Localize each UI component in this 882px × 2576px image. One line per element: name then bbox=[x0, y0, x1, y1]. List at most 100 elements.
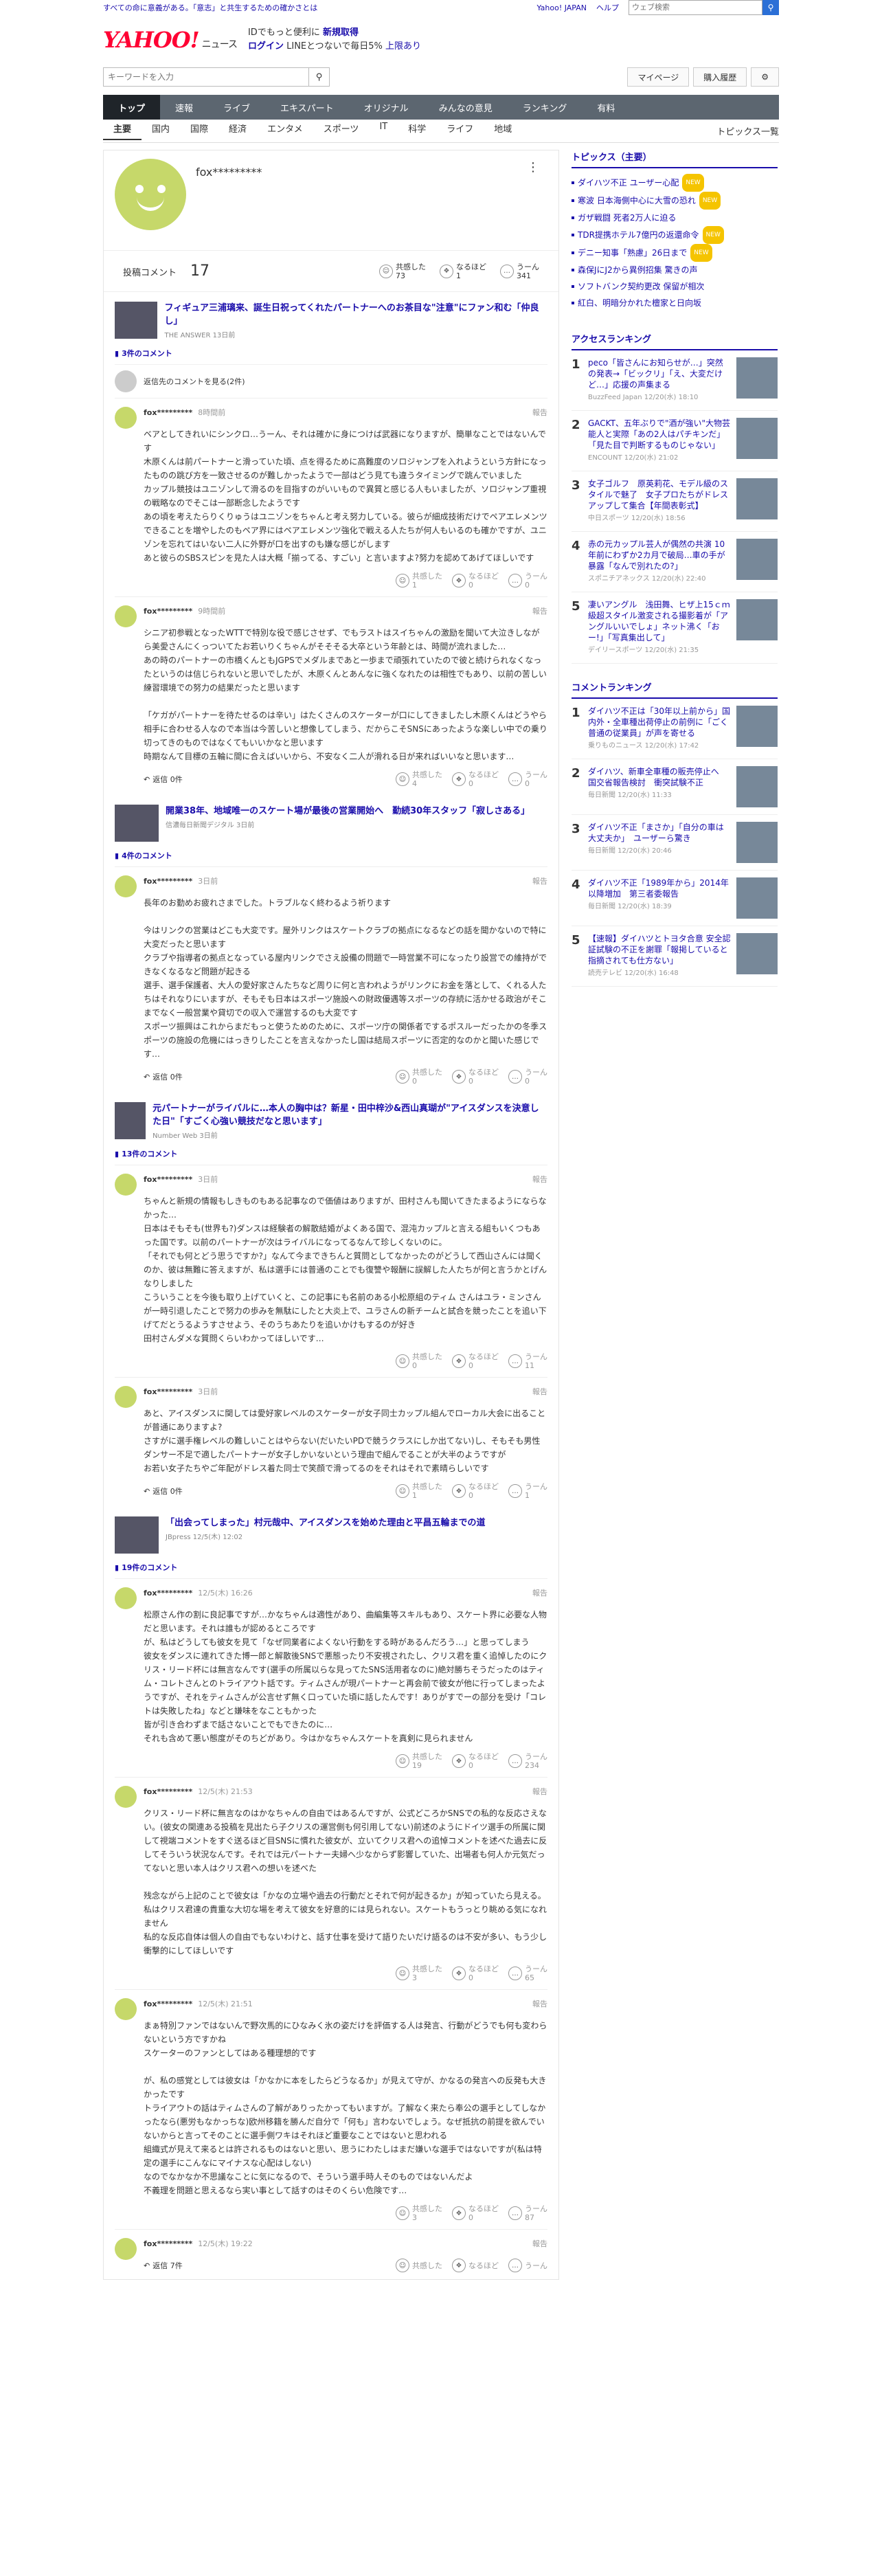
nav-tab-4[interactable]: オリジナル bbox=[349, 95, 424, 120]
topics-list-link[interactable]: トピックス一覧 bbox=[716, 124, 779, 137]
article-title-link[interactable]: 開業38年、地域唯一のスケート場が最後の営業開始へ 勤続30年スタッフ「寂しさあ… bbox=[166, 805, 530, 818]
ranking-item[interactable]: 5 凄いアングル 浅田舞、ヒザ上15ｃｍ級超スタイル激変される撮影着が「アングルい… bbox=[572, 592, 778, 664]
subnav-tab-8[interactable]: ライフ bbox=[436, 122, 484, 140]
report-link[interactable]: 報告 bbox=[532, 407, 547, 418]
ranking-item[interactable]: 4 ダイハツ不正「1989年から」2014年以降増加 第三者委報告 毎日新聞 12/… bbox=[572, 871, 778, 926]
empathy-button[interactable]: ☺ 共感した 4 bbox=[396, 770, 442, 788]
subnav-tab-4[interactable]: エンタメ bbox=[257, 122, 313, 140]
article-title-link[interactable]: 「出会ってしまった」村元哉中、アイスダンスを始めた理由と平昌五輪までの道 bbox=[166, 1516, 486, 1530]
ranking-item[interactable]: 2 ダイハツ、新車全車種の販売停止へ 国交省報告検討 衝突試験不正 毎日新聞 12/… bbox=[572, 759, 778, 815]
comment-user[interactable]: fox********* bbox=[144, 1787, 192, 1796]
article-thumbnail[interactable] bbox=[115, 302, 158, 339]
topic-item[interactable]: TDR提携ホテル7億円の返還命令 NEW bbox=[572, 226, 778, 244]
article-thumbnail[interactable] bbox=[115, 805, 159, 842]
empathy-button[interactable]: ☺ 共感した 0 bbox=[396, 1352, 442, 1370]
signup-link[interactable]: 新規取得 bbox=[323, 27, 359, 38]
topic-item[interactable]: 紅白、明暗分かれた檀家と日向坂 bbox=[572, 295, 778, 311]
ranking-item[interactable]: 1 ダイハツ不正は「30年以上前から」国内外・全車種出荷停止の前例に「ごく普通の従… bbox=[572, 699, 778, 759]
naruhodo-button[interactable]: ❖ なるほど 0 bbox=[452, 1752, 499, 1770]
comment-user[interactable]: fox********* bbox=[144, 2239, 192, 2248]
yahoo-logo[interactable]: YAHOO! ニュース bbox=[103, 27, 238, 53]
comment-count-label[interactable]: ▮ 19件のコメント bbox=[115, 1562, 547, 1573]
empathy-button[interactable]: ☺ 共感した 3 bbox=[396, 1964, 442, 1982]
empathy-button[interactable]: ☺ 共感した 0 bbox=[396, 1068, 442, 1086]
comment-user[interactable]: fox********* bbox=[144, 607, 192, 616]
mypage-button[interactable]: マイページ bbox=[627, 67, 690, 87]
subnav-tab-7[interactable]: 科学 bbox=[398, 122, 436, 140]
comment-count-label[interactable]: ▮ 4件のコメント bbox=[115, 850, 547, 861]
comment-user[interactable]: fox********* bbox=[144, 2000, 192, 2008]
more-icon[interactable]: ⋮ bbox=[527, 160, 539, 175]
hmm-button[interactable]: … うーん 234 bbox=[508, 1752, 547, 1770]
report-link[interactable]: 報告 bbox=[532, 875, 547, 886]
reply-link[interactable]: ↶ 返信 0件 bbox=[144, 774, 183, 785]
article-thumbnail[interactable] bbox=[115, 1516, 159, 1554]
hmm-button[interactable]: … うーん 87 bbox=[508, 2204, 547, 2222]
empathy-button[interactable]: ☺ 共感した bbox=[396, 2259, 442, 2272]
naruhodo-button[interactable]: ❖ なるほど 0 bbox=[452, 1068, 499, 1086]
naruhodo-button[interactable]: ❖ なるほど 0 bbox=[452, 572, 499, 590]
nav-tab-5[interactable]: みんなの意見 bbox=[424, 95, 508, 120]
empathy-button[interactable]: ☺ 共感した 3 bbox=[396, 2204, 442, 2222]
topic-item[interactable]: 寒波 日本海側中心に大雪の恐れ NEW bbox=[572, 192, 778, 210]
web-search-input[interactable] bbox=[629, 0, 762, 15]
report-link[interactable]: 報告 bbox=[532, 2238, 547, 2249]
article-thumbnail[interactable] bbox=[115, 1102, 146, 1139]
empathy-button[interactable]: ☺ 共感した 1 bbox=[396, 1482, 442, 1500]
topic-item[interactable]: 森保JにJ2から異例招集 驚きの声 bbox=[572, 262, 778, 278]
ranking-item[interactable]: 3 ダイハツ不正「まさか」「自分の車は大丈夫か」 ユーザーら驚き 毎日新聞 12/2… bbox=[572, 815, 778, 871]
yahoo-japan-link[interactable]: Yahoo! JAPAN bbox=[536, 3, 587, 12]
hmm-button[interactable]: … うーん 1 bbox=[508, 1482, 547, 1500]
reply-link[interactable]: ↶ 返信 0件 bbox=[144, 1486, 183, 1497]
hmm-button[interactable]: … うーん 0 bbox=[508, 770, 547, 788]
ranking-item[interactable]: 1 peco「皆さんにお知らせが…」突然の発表→「ビックリ」「え、大変だけど…」応… bbox=[572, 350, 778, 411]
hmm-button[interactable]: … うーん bbox=[508, 2259, 547, 2272]
naruhodo-button[interactable]: ❖ なるほど 0 bbox=[452, 770, 499, 788]
comment-user[interactable]: fox********* bbox=[144, 877, 192, 886]
subnav-tab-6[interactable]: IT bbox=[369, 122, 398, 140]
topic-item[interactable]: デニー知事「熟慮」26日まで NEW bbox=[572, 244, 778, 262]
nav-tab-1[interactable]: 速報 bbox=[160, 95, 208, 120]
naruhodo-button[interactable]: ❖ なるほど 0 bbox=[452, 1482, 499, 1500]
hmm-button[interactable]: … うーん 0 bbox=[508, 1068, 547, 1086]
report-link[interactable]: 報告 bbox=[532, 1174, 547, 1185]
report-link[interactable]: 報告 bbox=[532, 1786, 547, 1797]
naruhodo-button[interactable]: ❖ なるほど bbox=[452, 2259, 499, 2272]
nav-tab-3[interactable]: エキスパート bbox=[265, 95, 349, 120]
ranking-item[interactable]: 3 女子ゴルフ 原英莉花、モデル級のスタイルで魅了 女子プロたちがドレスアップして… bbox=[572, 471, 778, 532]
search-icon[interactable]: ⚲ bbox=[309, 67, 330, 87]
hmm-button[interactable]: … うーん 11 bbox=[508, 1352, 547, 1370]
top-notice-link[interactable]: すべての命に意義がある。「意志」と共生するための確かさとは bbox=[103, 2, 317, 13]
comment-count-label[interactable]: ▮ 3件のコメント bbox=[115, 348, 547, 359]
report-link[interactable]: 報告 bbox=[532, 605, 547, 616]
comment-user[interactable]: fox********* bbox=[144, 1387, 192, 1396]
report-link[interactable]: 報告 bbox=[532, 1386, 547, 1397]
nav-tab-2[interactable]: ライブ bbox=[208, 95, 265, 120]
report-link[interactable]: 報告 bbox=[532, 1587, 547, 1598]
login-link[interactable]: ログイン bbox=[248, 41, 284, 52]
reply-link[interactable]: ↶ 返信 7件 bbox=[144, 2260, 183, 2271]
naruhodo-button[interactable]: ❖ なるほど 0 bbox=[452, 1964, 499, 1982]
nav-tab-6[interactable]: ランキング bbox=[508, 95, 583, 120]
naruhodo-button[interactable]: ❖ なるほど 0 bbox=[452, 1352, 499, 1370]
ranking-item[interactable]: 2 GACKT、五年ぶりで"酒が強い"大物芸能人と実際「あの2人はパチキンだ」「見… bbox=[572, 411, 778, 471]
hmm-button[interactable]: … うーん 65 bbox=[508, 1964, 547, 1982]
hmm-button[interactable]: … うーん 0 bbox=[508, 572, 547, 590]
subnav-tab-1[interactable]: 国内 bbox=[142, 122, 180, 140]
article-title-link[interactable]: 元パートナーがライバルに…本人の胸中は？新星・田中梓沙&西山真瑚が"アイスダンス… bbox=[152, 1102, 547, 1128]
subnav-tab-0[interactable]: 主要 bbox=[103, 122, 142, 140]
reply-preview-link[interactable]: 返信先のコメントを見る(2件) bbox=[115, 364, 547, 398]
topic-item[interactable]: ガザ戦闘 死者2万人に迫る bbox=[572, 210, 778, 226]
empathy-button[interactable]: ☺ 共感した 19 bbox=[396, 1752, 442, 1770]
subnav-tab-5[interactable]: スポーツ bbox=[313, 122, 370, 140]
search-icon[interactable]: ⚲ bbox=[762, 0, 779, 15]
comment-count-label[interactable]: ▮ 13件のコメント bbox=[115, 1148, 547, 1159]
empathy-button[interactable]: ☺ 共感した 1 bbox=[396, 572, 442, 590]
comment-user[interactable]: fox********* bbox=[144, 1175, 192, 1184]
gear-icon[interactable]: ⚙ bbox=[751, 67, 779, 87]
purchase-history-button[interactable]: 購入履歴 bbox=[693, 67, 747, 87]
comment-user[interactable]: fox********* bbox=[144, 1589, 192, 1598]
comment-user[interactable]: fox********* bbox=[144, 408, 192, 417]
naruhodo-button[interactable]: ❖ なるほど 0 bbox=[452, 2204, 499, 2222]
ranking-item[interactable]: 4 赤の元カップル芸人が偶然の共演 10年前にわずか2カ月で破局…車の手が暴露「な… bbox=[572, 532, 778, 592]
